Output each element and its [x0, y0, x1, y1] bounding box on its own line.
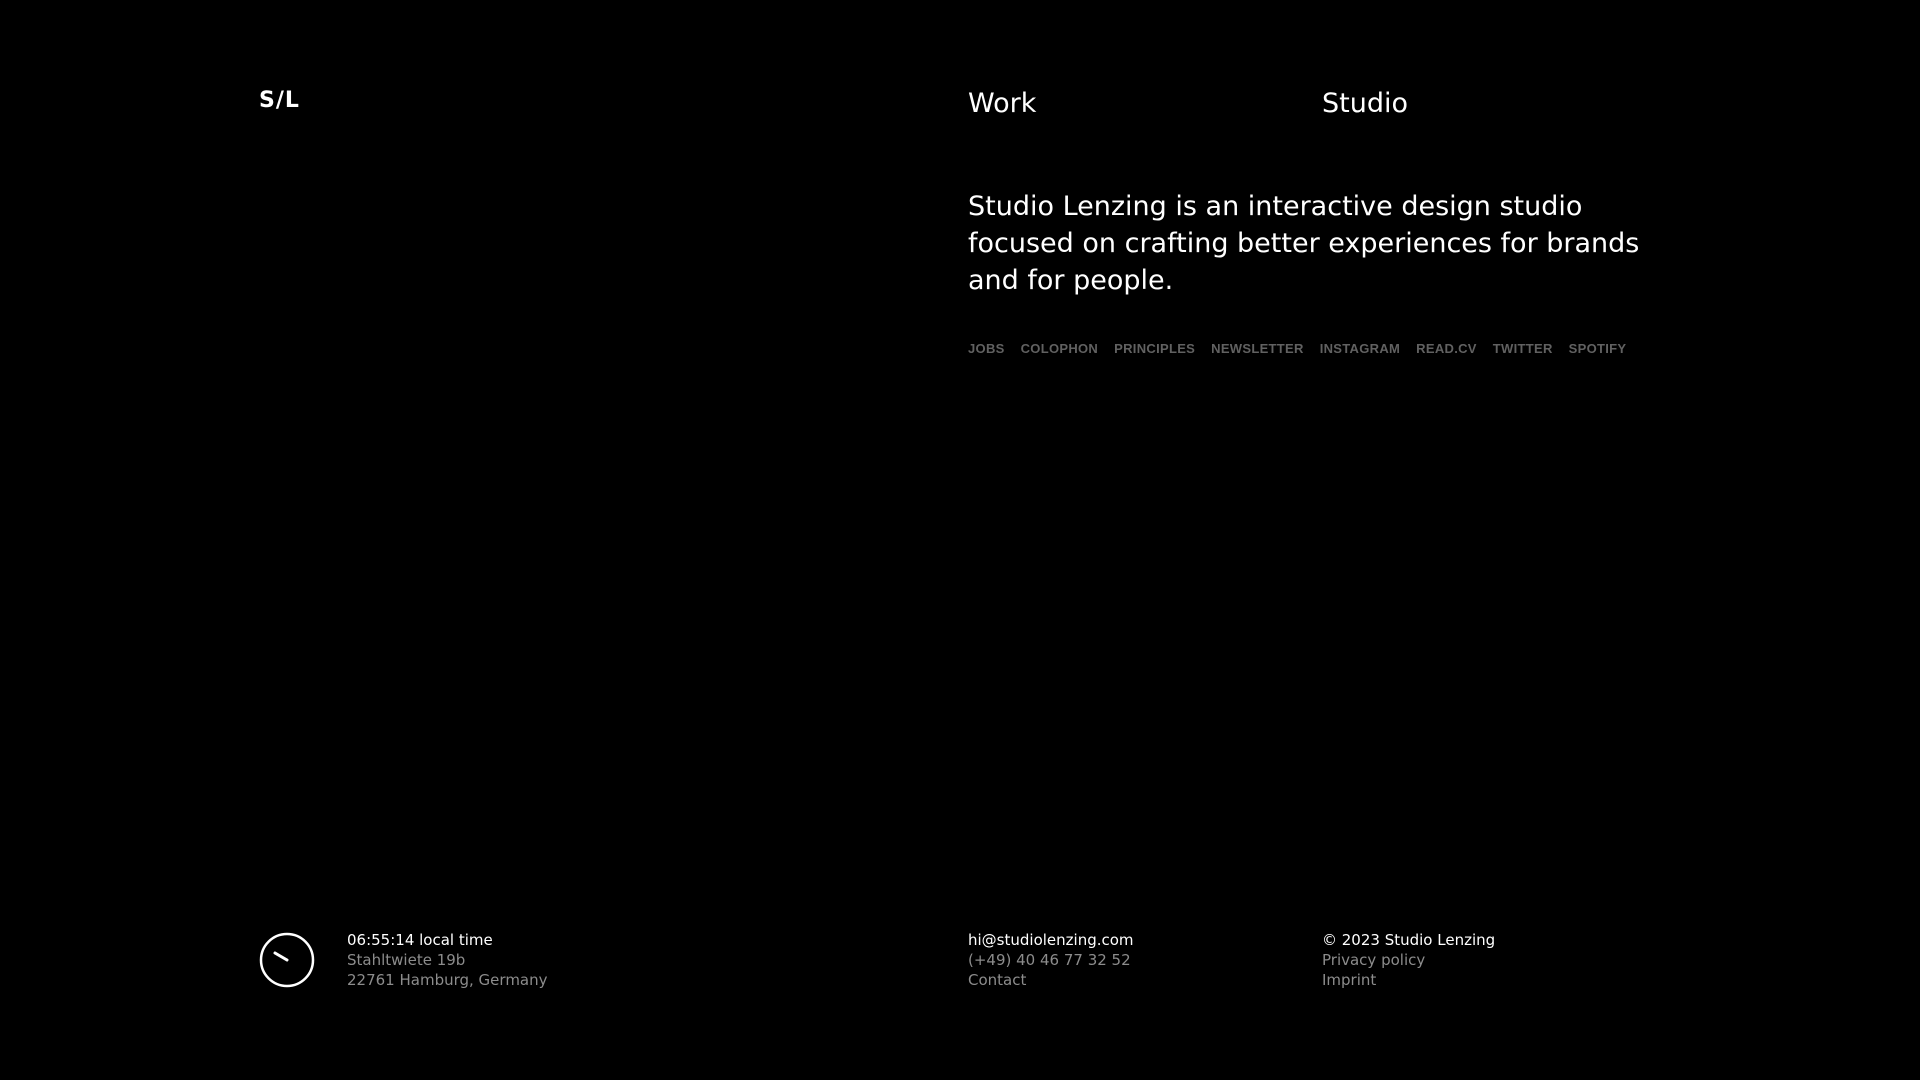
copyright: © 2023 Studio Lenzing	[1322, 931, 1496, 949]
local-time: 06:55:14 local time	[347, 931, 493, 949]
link-twitter[interactable]: TWITTER	[1493, 341, 1553, 356]
logo-link[interactable]: S/L	[259, 90, 300, 112]
link-spotify[interactable]: SPOTIFY	[1569, 341, 1627, 356]
privacy-link[interactable]: Privacy policy	[1322, 950, 1495, 970]
intro-text: Studio Lenzing is an interactive design …	[968, 191, 1640, 296]
link-readcv[interactable]: READ.CV	[1416, 341, 1477, 356]
contact-link[interactable]: Contact	[968, 970, 1134, 990]
nav-studio[interactable]: Studio	[1322, 88, 1408, 119]
footer-contact: hi@studiolenzing.com (+49) 40 46 77 32 5…	[968, 930, 1134, 990]
nav-work[interactable]: Work	[968, 88, 1036, 119]
link-instagram[interactable]: INSTAGRAM	[1320, 341, 1400, 356]
page: S/L Work Studio Studio Lenzing is an int…	[0, 0, 1920, 1080]
phone-link[interactable]: (+49) 40 46 77 32 52	[968, 950, 1134, 970]
address-street: Stahltwiete 19b	[347, 951, 466, 969]
footer-location: 06:55:14 local time Stahltwiete 19b 2276…	[347, 930, 548, 990]
address-city: 22761 Hamburg, Germany	[347, 971, 548, 989]
link-newsletter[interactable]: NEWSLETTER	[1211, 341, 1304, 356]
imprint-link[interactable]: Imprint	[1322, 970, 1495, 990]
email-link[interactable]: hi@studiolenzing.com	[968, 930, 1134, 950]
link-principles[interactable]: PRINCIPLES	[1114, 341, 1195, 356]
link-jobs[interactable]: JOBS	[968, 341, 1005, 356]
footer-legal: © 2023 Studio Lenzing Privacy policy Imp…	[1322, 930, 1495, 990]
link-colophon[interactable]: COLOPHON	[1021, 341, 1099, 356]
secondary-links: JOBS COLOPHON PRINCIPLES NEWSLETTER INST…	[968, 341, 1626, 356]
clock-icon	[259, 932, 315, 988]
